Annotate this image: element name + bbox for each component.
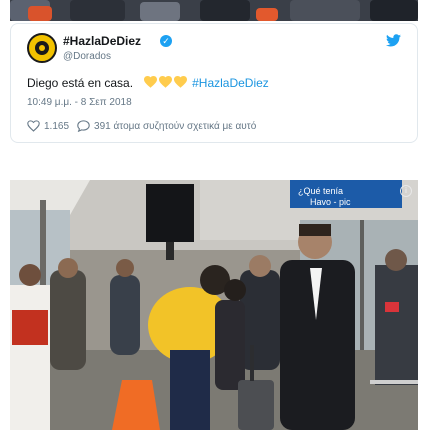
tweet-timestamp[interactable]: 10:49 μ.μ. - 8 Σεπ 2018 [27, 97, 132, 108]
display-name[interactable]: #HazlaDeDiez [63, 34, 141, 48]
tweet-text: Diego está en casa. #HazlaDeDiez [27, 76, 269, 90]
sign-text-1: ¿Qué tenía [298, 186, 343, 196]
yellow-heart-icon [173, 76, 187, 88]
tweet-card[interactable]: #HazlaDeDiez ✓ @Dorados Diego está en ca… [10, 23, 418, 143]
user-handle[interactable]: @Dorados [63, 51, 111, 62]
replies-text[interactable]: 391 άτομα συζητούν σχετικά με αυτό [94, 121, 256, 132]
embedded-photo[interactable]: ¿Qué tenía Havo - pic i [10, 180, 418, 430]
hashtag-link[interactable]: #HazlaDeDiez [192, 76, 269, 90]
like-heart-icon[interactable] [27, 120, 40, 132]
yellow-heart-icon [158, 76, 172, 88]
sign-text-2: Havo - pic [310, 197, 351, 207]
previous-post-photo [10, 0, 418, 21]
yellow-heart-icon [143, 76, 157, 88]
info-icon[interactable]: i [400, 185, 412, 197]
twitter-bird-icon[interactable] [386, 34, 401, 52]
tweet-body: Diego está en casa. [27, 76, 134, 90]
tweet-actions: 1.165 391 άτομα συζητούν σχετικά με αυτό [27, 120, 256, 132]
photo-scene: ¿Qué tenía Havo - pic [10, 180, 418, 430]
verified-badge-icon: ✓ [160, 35, 172, 47]
reply-bubble-icon[interactable] [77, 120, 90, 132]
avatar[interactable] [27, 33, 57, 63]
like-count[interactable]: 1.165 [44, 121, 69, 132]
